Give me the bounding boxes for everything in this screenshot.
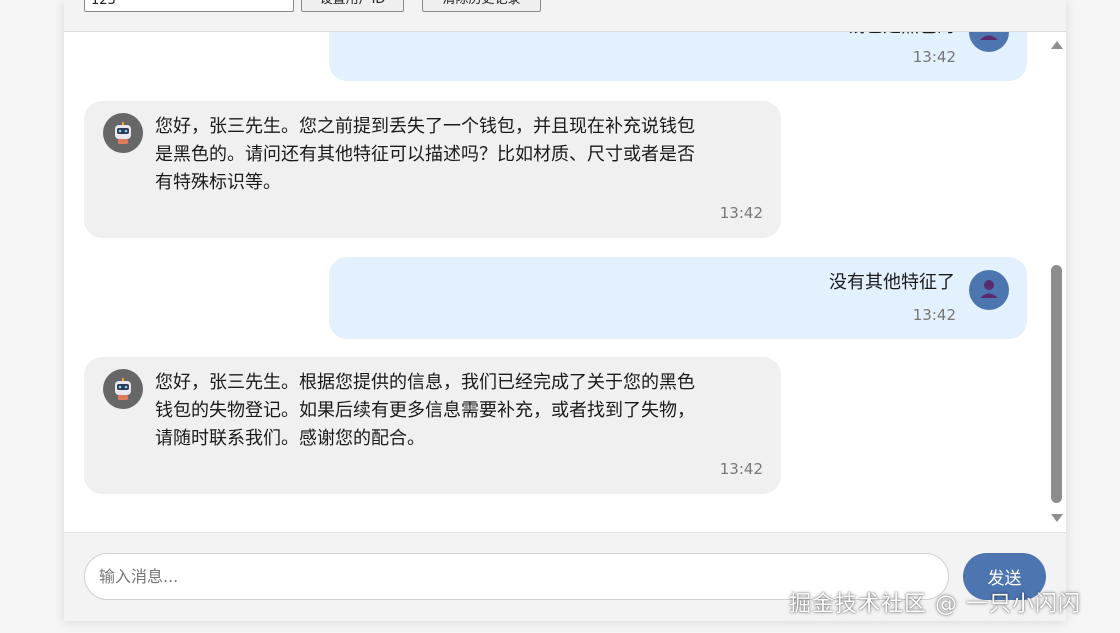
user-icon xyxy=(980,280,998,298)
message-scrollbar[interactable] xyxy=(1050,32,1064,531)
message-time: 13:42 xyxy=(719,204,763,222)
message-line: 您好，张三先生。您之前提到丢失了一个钱包，并且现在补充说钱包 xyxy=(155,116,695,137)
bot-avatar xyxy=(103,369,143,409)
message-list[interactable]: 钱包是黑色的 13:42 xyxy=(64,32,1066,531)
bot-message: 您好，张三先生。您之前提到丢失了一个钱包，并且现在补充说钱包 是黑色的。请问还有… xyxy=(84,101,781,238)
message-time: 13:42 xyxy=(719,460,763,478)
message-text: 您好，张三先生。您之前提到丢失了一个钱包，并且现在补充说钱包 是黑色的。请问还有… xyxy=(155,113,765,197)
bot-avatar xyxy=(103,113,143,153)
user-message: 钱包是黑色的 13:42 xyxy=(329,32,1027,81)
scrollbar-thumb[interactable] xyxy=(1051,265,1062,503)
message-line: 有特殊标识等。 xyxy=(155,172,281,193)
bot-message: 您好，张三先生。根据您提供的信息，我们已经完成了关于您的黑色 钱包的失物登记。如… xyxy=(84,357,781,494)
message-text: 您好，张三先生。根据您提供的信息，我们已经完成了关于您的黑色 钱包的失物登记。如… xyxy=(155,369,765,453)
user-avatar xyxy=(969,32,1009,52)
message-text: 钱包是黑色的 xyxy=(847,32,955,41)
scroll-down-arrow-icon[interactable] xyxy=(1051,514,1063,522)
clear-history-button[interactable]: 清除历史记录 xyxy=(422,0,541,12)
message-time: 13:42 xyxy=(912,306,956,324)
user-id-input[interactable] xyxy=(84,0,294,12)
message-line: 是黑色的。请问还有其他特征可以描述吗？比如材质、尺寸或者是否 xyxy=(155,144,695,165)
robot-icon xyxy=(115,122,131,144)
message-text: 没有其他特征了 xyxy=(829,272,955,293)
top-toolbar: 设置用户ID 清除历史记录 xyxy=(64,0,1066,32)
message-line: 钱包的失物登记。如果后续有更多信息需要补充，或者找到了失物， xyxy=(155,400,695,421)
user-icon xyxy=(980,35,998,40)
watermark: 掘金技术社区 @ 一只小闪闪 xyxy=(789,592,1081,617)
message-line: 请随时联系我们。感谢您的配合。 xyxy=(155,428,425,449)
message-line: 您好，张三先生。根据您提供的信息，我们已经完成了关于您的黑色 xyxy=(155,372,695,393)
user-avatar xyxy=(969,270,1009,310)
user-message: 没有其他特征了 13:42 xyxy=(329,257,1027,339)
chat-app: 设置用户ID 清除历史记录 钱包是黑色的 13:42 xyxy=(64,0,1066,621)
set-user-id-button[interactable]: 设置用户ID xyxy=(301,0,404,12)
message-time: 13:42 xyxy=(912,48,956,66)
robot-icon xyxy=(115,378,131,400)
scroll-up-arrow-icon[interactable] xyxy=(1051,41,1063,49)
